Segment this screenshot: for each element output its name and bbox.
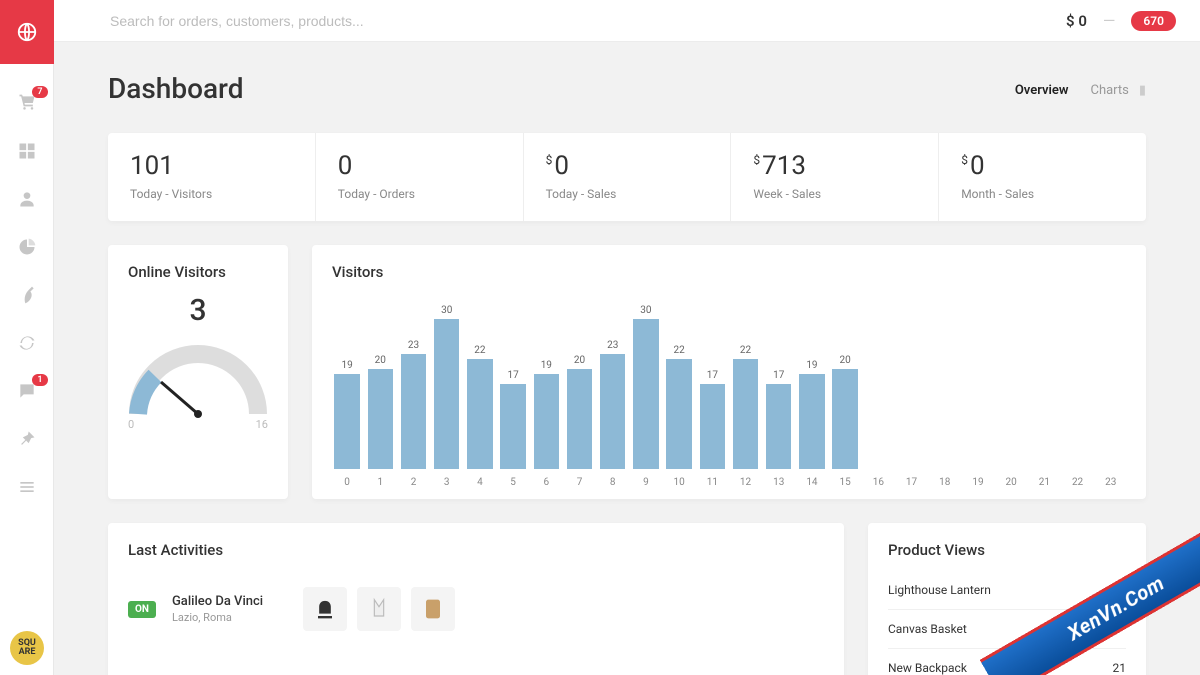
activity-row[interactable]: ON Galileo Da VinciLazio, Roma bbox=[128, 571, 824, 647]
bar-col: 17 bbox=[697, 370, 727, 469]
page-tabs: Overview Charts ▮ bbox=[997, 79, 1146, 98]
menu-icon bbox=[17, 477, 37, 497]
bar-col: 17 bbox=[764, 370, 794, 469]
online-value: 3 bbox=[128, 293, 268, 328]
pin-icon bbox=[17, 429, 37, 449]
sidebar-item-menu[interactable] bbox=[16, 476, 38, 498]
xaxis-tick: 10 bbox=[664, 477, 694, 488]
xaxis-tick: 17 bbox=[896, 477, 926, 488]
sidebar-item-users[interactable] bbox=[16, 188, 38, 210]
topbar-money: $ 0 bbox=[1066, 12, 1087, 30]
tab-overview[interactable]: Overview bbox=[1015, 83, 1069, 98]
gauge-min: 0 bbox=[128, 418, 134, 431]
xaxis-tick: 14 bbox=[797, 477, 827, 488]
bar-col: 30 bbox=[631, 305, 661, 469]
tab-charts[interactable]: Charts bbox=[1090, 83, 1128, 98]
stat-card: 0Today - Orders bbox=[316, 133, 524, 221]
chat-badge: 1 bbox=[32, 374, 47, 386]
status-badge: ON bbox=[128, 601, 156, 618]
xaxis-tick: 3 bbox=[432, 477, 462, 488]
globe-icon bbox=[16, 21, 38, 43]
bar-col: 22 bbox=[664, 345, 694, 469]
product-thumb[interactable] bbox=[411, 587, 455, 631]
grid-icon bbox=[17, 141, 37, 161]
xaxis-tick: 13 bbox=[764, 477, 794, 488]
stat-card: 101Today - Visitors bbox=[108, 133, 316, 221]
product-thumb[interactable] bbox=[357, 587, 401, 631]
sidebar-item-sync[interactable] bbox=[16, 332, 38, 354]
xaxis-tick: 8 bbox=[598, 477, 628, 488]
carrot-icon bbox=[17, 285, 37, 305]
card-title-pv: Product Views bbox=[888, 541, 1126, 559]
sidebar-item-marketing[interactable] bbox=[16, 284, 38, 306]
xaxis-tick: 16 bbox=[863, 477, 893, 488]
stat-card: $0Today - Sales bbox=[524, 133, 732, 221]
xaxis-tick: 9 bbox=[631, 477, 661, 488]
bar-col: 23 bbox=[398, 340, 428, 469]
xaxis-tick: 21 bbox=[1029, 477, 1059, 488]
visitors-xaxis: 01234567891011121314151617181920212223 bbox=[332, 477, 1126, 488]
bar-col: 20 bbox=[830, 355, 860, 469]
xaxis-tick: 15 bbox=[830, 477, 860, 488]
xaxis-tick: 2 bbox=[398, 477, 428, 488]
cart-badge: 7 bbox=[32, 86, 47, 98]
square-logo-badge: SQUARE bbox=[10, 631, 44, 665]
card-title-activities: Last Activities bbox=[128, 541, 824, 559]
logo-tile[interactable] bbox=[0, 0, 54, 64]
gauge-max: 16 bbox=[256, 418, 268, 431]
sidebar-item-cart[interactable]: 7 bbox=[16, 92, 38, 114]
bar-col: 22 bbox=[730, 345, 760, 469]
bar-col: 19 bbox=[797, 360, 827, 469]
page-title: Dashboard bbox=[108, 72, 243, 105]
search-input[interactable] bbox=[110, 13, 1066, 29]
user-icon bbox=[17, 189, 37, 209]
sidebar-item-analytics[interactable] bbox=[16, 236, 38, 258]
bar-col: 19 bbox=[531, 360, 561, 469]
xaxis-tick: 19 bbox=[963, 477, 993, 488]
bar-col: 22 bbox=[465, 345, 495, 469]
sidebar-item-dashboard[interactable] bbox=[16, 140, 38, 162]
bar-col: 20 bbox=[365, 355, 395, 469]
stat-card: $0Month - Sales bbox=[939, 133, 1146, 221]
xaxis-tick: 5 bbox=[498, 477, 528, 488]
bar-col: 19 bbox=[332, 360, 362, 469]
activities-card: Last Activities ON Galileo Da VinciLazio… bbox=[108, 523, 844, 675]
gauge: 0 16 bbox=[128, 344, 268, 431]
card-title-visitors: Visitors bbox=[332, 263, 1126, 281]
bar-col: 20 bbox=[564, 355, 594, 469]
online-visitors-card: Online Visitors 3 0 16 bbox=[108, 245, 288, 499]
visitors-bars: 19202330221719202330221722171920 bbox=[332, 299, 1126, 469]
card-title-online: Online Visitors bbox=[128, 263, 268, 281]
sidebar-item-chat[interactable]: 1 bbox=[16, 380, 38, 402]
xaxis-tick: 18 bbox=[930, 477, 960, 488]
sync-icon bbox=[17, 333, 37, 353]
product-thumb[interactable] bbox=[303, 587, 347, 631]
visitors-card: Visitors 1920233022171920233022172217192… bbox=[312, 245, 1146, 499]
xaxis-tick: 1 bbox=[365, 477, 395, 488]
bar-col: 30 bbox=[432, 305, 462, 469]
xaxis-tick: 0 bbox=[332, 477, 362, 488]
bar-col: 17 bbox=[498, 370, 528, 469]
bar-col: 23 bbox=[598, 340, 628, 469]
sidebar-item-pins[interactable] bbox=[16, 428, 38, 450]
topbar-badge[interactable]: 670 bbox=[1131, 11, 1176, 31]
xaxis-tick: 20 bbox=[996, 477, 1026, 488]
xaxis-tick: 22 bbox=[1062, 477, 1092, 488]
main-content: Dashboard Overview Charts ▮ 101Today - V… bbox=[54, 42, 1200, 675]
xaxis-tick: 12 bbox=[730, 477, 760, 488]
sidebar: 7 1 SQUARE bbox=[0, 0, 54, 675]
xaxis-tick: 7 bbox=[564, 477, 594, 488]
topbar: $ 0 — 670 bbox=[54, 0, 1200, 42]
xaxis-tick: 4 bbox=[465, 477, 495, 488]
bookmark-icon[interactable]: ▮ bbox=[1139, 83, 1146, 98]
stat-card: $713Week - Sales bbox=[731, 133, 939, 221]
xaxis-tick: 23 bbox=[1096, 477, 1126, 488]
xaxis-tick: 6 bbox=[531, 477, 561, 488]
divider: — bbox=[1103, 11, 1116, 30]
xaxis-tick: 11 bbox=[697, 477, 727, 488]
pie-icon bbox=[17, 237, 37, 257]
stats-row: 101Today - Visitors0Today - Orders$0Toda… bbox=[108, 133, 1146, 221]
